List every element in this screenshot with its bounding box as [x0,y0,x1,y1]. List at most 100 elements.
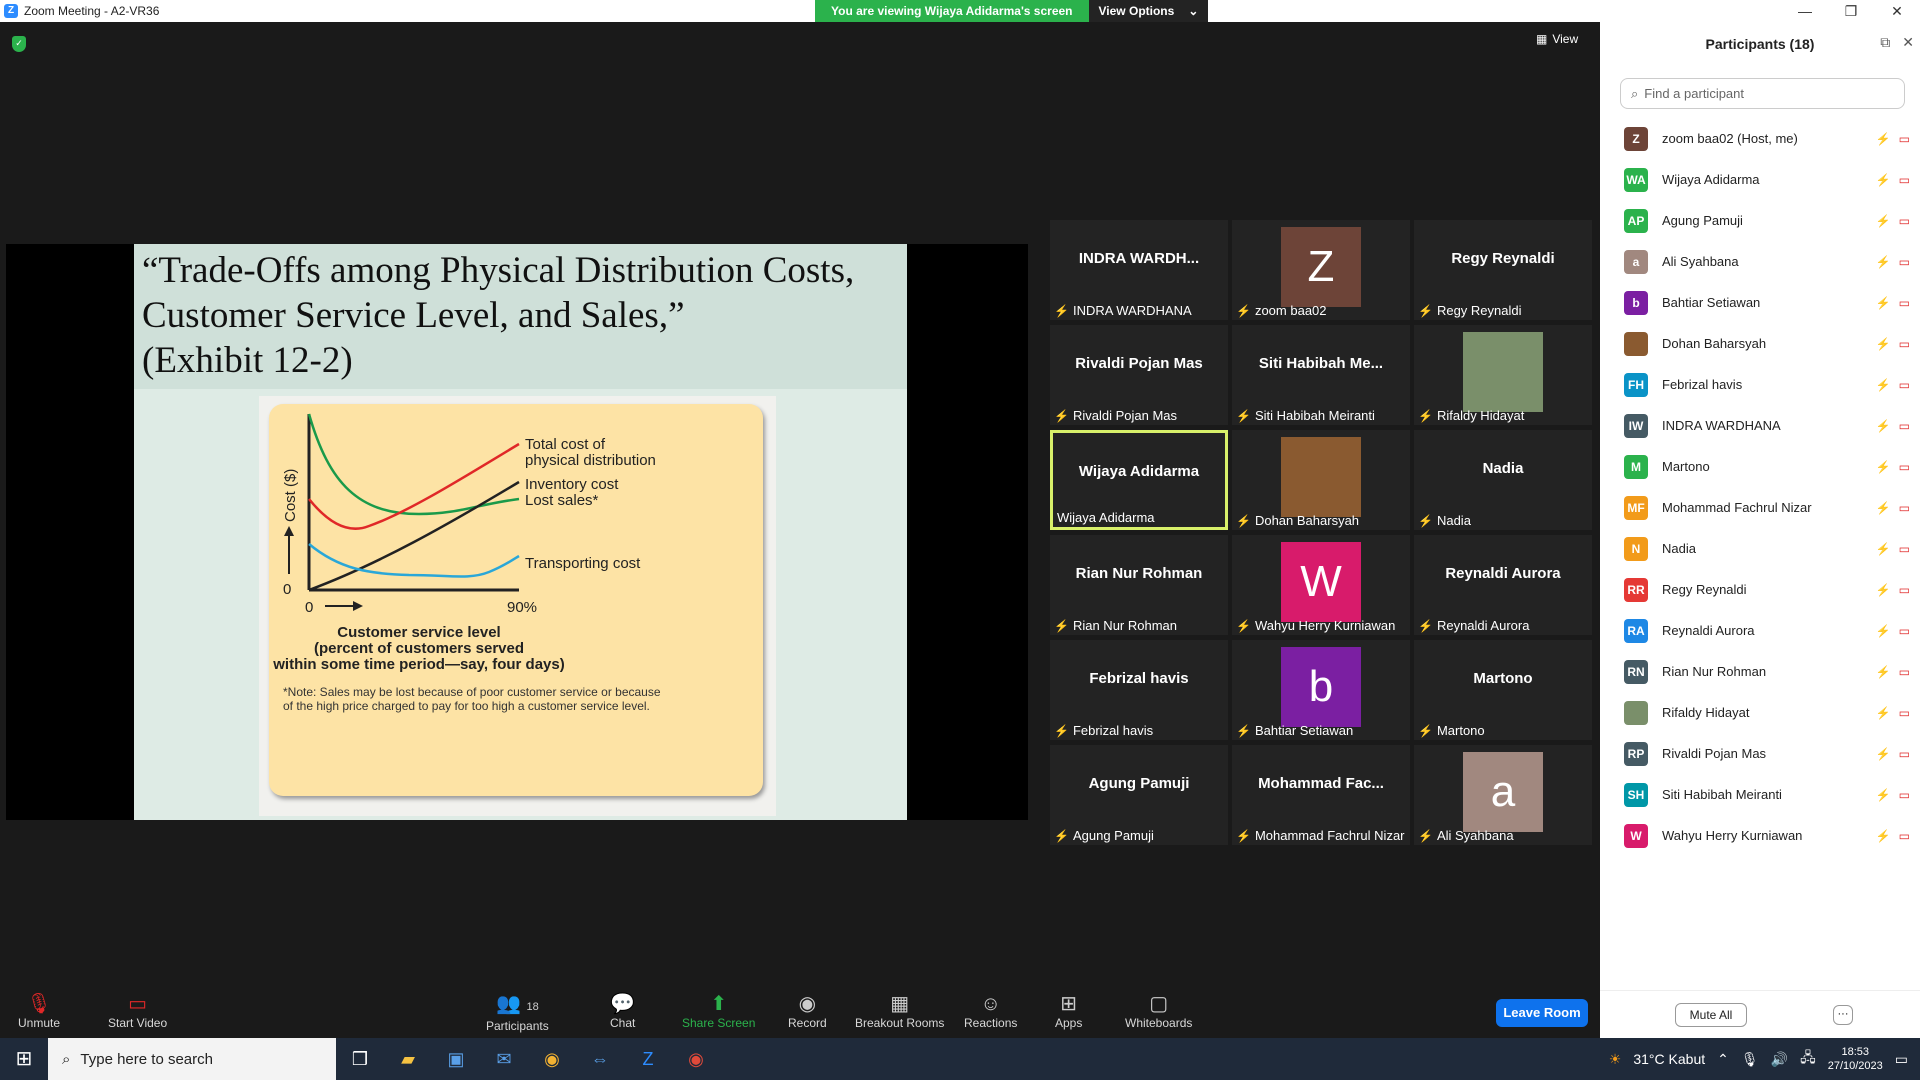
participant-row[interactable]: Rifaldy Hidayat ⚡ ▭ [1600,692,1920,733]
video-tile[interactable]: a ⚡ Ali Syahbana [1414,745,1592,845]
tile-display-name: Wijaya Adidarma [1078,463,1200,480]
shared-screen: “Trade-Offs among Physical Distribution … [6,244,1028,820]
video-tile[interactable]: Nadia ⚡ Nadia [1414,430,1592,530]
participant-row[interactable]: RP Rivaldi Pojan Mas ⚡ ▭ [1600,733,1920,774]
participant-status-icons: ⚡ ▭ [1876,296,1910,310]
windows-taskbar: ⊞ ⌕ Type here to search ❒ ▰ ▣ ✉ ◉ ⇔ Z ◉ ☀… [0,1038,1920,1080]
taskbar-search-input[interactable]: ⌕ Type here to search [48,1038,336,1080]
panel-title: Participants (18) [1705,36,1815,52]
apps-button[interactable]: ⊞ Apps [1055,992,1082,1030]
participant-row[interactable]: SH Siti Habibah Meiranti ⚡ ▭ [1600,774,1920,815]
video-tile[interactable]: Wijaya Adidarma Wijaya Adidarma [1050,430,1228,530]
participant-row[interactable]: IW INDRA WARDHANA ⚡ ▭ [1600,405,1920,446]
whiteboards-button[interactable]: ▢ Whiteboards [1125,992,1192,1030]
leave-room-button[interactable]: Leave Room [1496,999,1588,1027]
video-tile[interactable]: ⚡ Dohan Baharsyah [1232,430,1410,530]
video-off-icon: ▭ [1898,623,1910,638]
muted-mic-icon: ⚡ [1236,408,1251,423]
video-tile[interactable]: Agung Pamuji ⚡ Agung Pamuji [1050,745,1228,845]
muted-mic-icon: ⚡ [1054,723,1069,738]
participant-row[interactable]: W Wahyu Herry Kurniawan ⚡ ▭ [1600,815,1920,856]
meeting-area: ✓ ▦ View “Trade-Offs among Physical Distr… [0,22,1600,982]
clock[interactable]: 18:53 27/10/2023 [1828,1045,1883,1073]
participants-label: Participants [486,1019,549,1033]
security-shield-icon[interactable]: ✓ [12,36,26,52]
store-icon[interactable]: ▣ [432,1038,480,1080]
participant-row[interactable]: b Bahtiar Setiawan ⚡ ▭ [1600,282,1920,323]
reactions-button[interactable]: ☺ Reactions [964,992,1017,1030]
breakout-rooms-button[interactable]: ▦ Breakout Rooms [855,992,944,1030]
video-tile[interactable]: Martono ⚡ Martono [1414,640,1592,740]
more-options-button[interactable]: ··· [1833,1005,1853,1025]
participant-row[interactable]: M Martono ⚡ ▭ [1600,446,1920,487]
participant-avatar: WA [1624,167,1648,192]
video-tile[interactable]: Rivaldi Pojan Mas ⚡ Rivaldi Pojan Mas [1050,325,1228,425]
video-tile[interactable]: b ⚡ Bahtiar Setiawan [1232,640,1410,740]
lost-sales-label: Lost sales* [525,492,599,509]
network-icon[interactable]: 🖧 [1800,1047,1816,1071]
participant-avatar: a [1624,249,1648,274]
participant-row[interactable]: FH Febrizal havis ⚡ ▭ [1600,364,1920,405]
chrome-profile-icon[interactable]: ◉ [672,1038,720,1080]
x-axis-label: Customer service level [337,624,500,641]
video-tile[interactable]: ⚡ Rifaldy Hidayat [1414,325,1592,425]
minimize-icon[interactable]: — [1782,0,1828,22]
x-arrow-head [353,601,363,611]
chrome-icon[interactable]: ◉ [528,1038,576,1080]
close-panel-icon[interactable]: ✕ [1902,34,1914,51]
muted-mic-icon: ⚡ [1418,828,1433,843]
participant-search-input[interactable]: ⌕ Find a participant [1620,78,1905,109]
video-tile[interactable]: Regy Reynaldi ⚡ Regy Reynaldi [1414,220,1592,320]
volume-icon[interactable]: 🔊 [1771,1051,1788,1068]
figure-card: Total cost of physical distribution Inve… [269,404,763,796]
y-zero-label: 0 [283,581,291,598]
pop-out-icon[interactable]: ⧉ [1880,34,1890,51]
muted-mic-icon: ⚡ [1236,618,1251,633]
file-explorer-icon[interactable]: ▰ [384,1038,432,1080]
windows-start-icon[interactable]: ⊞ [0,1038,48,1080]
restore-icon[interactable]: ❐ [1828,0,1874,22]
video-tile[interactable]: W ⚡ Wahyu Herry Kurniawan [1232,535,1410,635]
video-tile[interactable]: Z ⚡ zoom baa02 [1232,220,1410,320]
share-screen-button[interactable]: ⬆ Share Screen [682,992,755,1030]
view-options-label: View Options [1098,4,1175,18]
video-tile[interactable]: Mohammad Fac... ⚡ Mohammad Fachrul Nizar [1232,745,1410,845]
unmute-button[interactable]: 🎙 Unmute [18,992,60,1030]
notification-icon[interactable]: ▭ [1895,1051,1908,1068]
video-off-icon: ▭ [1898,500,1910,515]
video-tile[interactable]: INDRA WARDH... ⚡ INDRA WARDHANA [1050,220,1228,320]
participant-row[interactable]: RN Rian Nur Rohman ⚡ ▭ [1600,651,1920,692]
view-options-button[interactable]: View Options ⌄ [1088,0,1209,22]
tile-name-label: Wijaya Adidarma [1057,510,1155,525]
view-button[interactable]: ▦ View [1536,32,1578,46]
tile-name-label: ⚡ INDRA WARDHANA [1054,303,1192,318]
zoom-taskbar-icon[interactable]: Z [624,1038,672,1080]
participant-row[interactable]: Dohan Baharsyah ⚡ ▭ [1600,323,1920,364]
chevron-up-icon[interactable]: ⌃ [1717,1051,1729,1068]
tile-display-name: Siti Habibah Me... [1258,355,1384,372]
participant-row[interactable]: Zzoom baa02 (Host, me) ⚡ ▭ [1600,118,1920,159]
participants-button[interactable]: 👥 18 Participants [486,992,549,1033]
close-icon[interactable]: ✕ [1874,0,1920,22]
participant-row[interactable]: RA Reynaldi Aurora ⚡ ▭ [1600,610,1920,651]
task-view-icon[interactable]: ❒ [336,1038,384,1080]
participant-row[interactable]: a Ali Syahbana ⚡ ▭ [1600,241,1920,282]
teamviewer-icon[interactable]: ⇔ [576,1038,624,1080]
video-tile[interactable]: Reynaldi Aurora ⚡ Reynaldi Aurora [1414,535,1592,635]
mute-all-button[interactable]: Mute All [1675,1003,1747,1027]
participant-row[interactable]: AP Agung Pamuji ⚡ ▭ [1600,200,1920,241]
record-button[interactable]: ◉ Record [788,992,827,1030]
participant-row[interactable]: RR Regy Reynaldi ⚡ ▭ [1600,569,1920,610]
participant-row[interactable]: MF Mohammad Fachrul Nizar ⚡ ▭ [1600,487,1920,528]
video-tile[interactable]: Rian Nur Rohman ⚡ Rian Nur Rohman [1050,535,1228,635]
mail-icon[interactable]: ✉ [480,1038,528,1080]
participant-row[interactable]: N Nadia ⚡ ▭ [1600,528,1920,569]
tile-name: Rian Nur Rohman [1072,618,1177,633]
start-video-button[interactable]: ▭ Start Video [108,992,167,1030]
tile-avatar [1281,437,1361,517]
video-tile[interactable]: Siti Habibah Me... ⚡ Siti Habibah Meiranti [1232,325,1410,425]
slide-title-line: (Exhibit 12-2) [142,340,353,381]
chat-button[interactable]: 💬 Chat [610,992,635,1030]
participant-row[interactable]: WA Wijaya Adidarma ⚡ ▭ [1600,159,1920,200]
video-tile[interactable]: Febrizal havis ⚡ Febrizal havis [1050,640,1228,740]
